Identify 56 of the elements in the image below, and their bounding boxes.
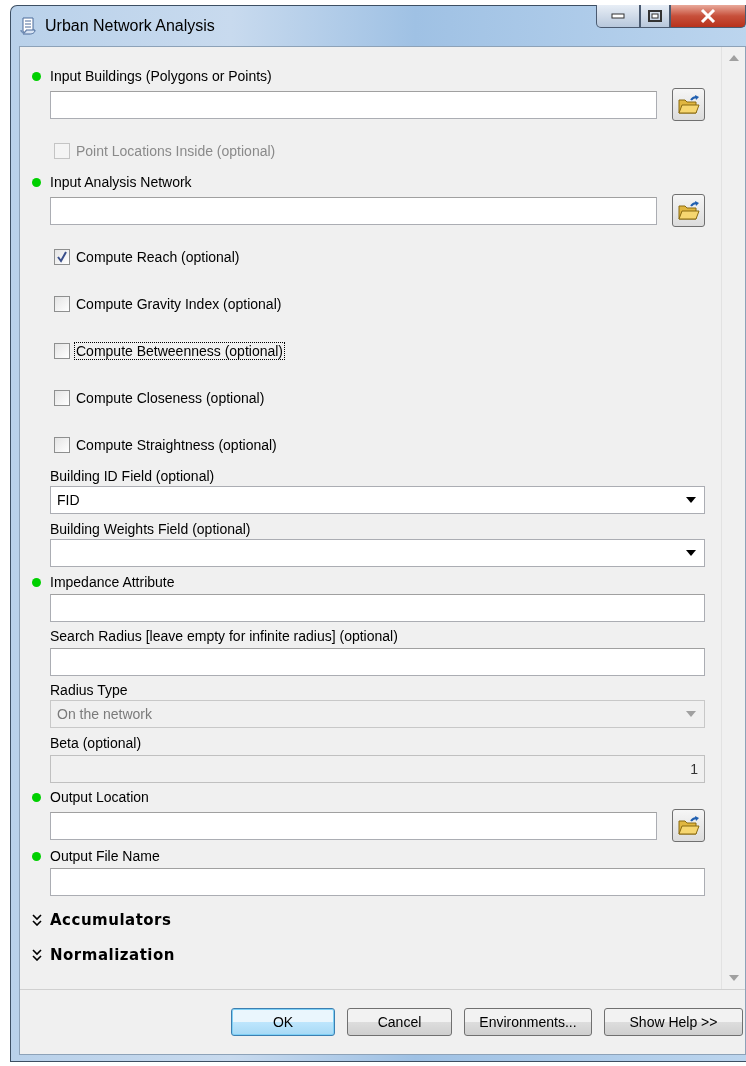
checkbox-label: Compute Gravity Index (optional) <box>75 294 283 313</box>
input-field[interactable] <box>50 811 657 840</box>
input-field[interactable] <box>50 648 705 676</box>
checkbox[interactable] <box>54 295 70 312</box>
window-title: Urban Network Analysis <box>45 17 215 35</box>
input-field[interactable] <box>50 196 657 225</box>
checkbox[interactable] <box>54 436 70 453</box>
checkbox[interactable] <box>54 248 70 265</box>
field-label: Building Weights Field (optional) <box>50 521 251 537</box>
checkbox-label: Point Locations Inside (optional) <box>75 141 277 160</box>
scroll-down-icon[interactable] <box>728 975 739 981</box>
dialog-button[interactable]: Environments... <box>464 1008 592 1036</box>
caret-icon <box>686 550 696 556</box>
field-label: Input Buildings (Polygons or Points) <box>50 68 272 84</box>
field-label: Radius Type <box>50 682 128 698</box>
dropdown[interactable] <box>50 539 705 567</box>
dialog-button[interactable]: Cancel <box>347 1008 452 1036</box>
dialog-button[interactable]: OK <box>231 1008 335 1036</box>
maximize-button[interactable] <box>640 5 670 28</box>
input-field[interactable] <box>50 90 657 119</box>
checkbox-label: Compute Closeness (optional) <box>75 388 266 407</box>
dialog-button[interactable]: Show Help >> <box>604 1008 743 1036</box>
input-field[interactable] <box>50 594 705 622</box>
scroll-icon <box>19 16 37 36</box>
maximize-icon <box>648 10 662 22</box>
caret-icon <box>686 497 696 503</box>
checkbox[interactable] <box>54 342 70 359</box>
double-chevron-icon[interactable] <box>32 948 42 961</box>
browse-button[interactable] <box>672 194 705 227</box>
field-label: Search Radius [leave empty for infinite radius] (optional) <box>50 628 398 644</box>
dropdown[interactable]: FID <box>50 486 705 514</box>
field-label: Output Location <box>50 789 149 805</box>
checkbox-label: Compute Straightness (optional) <box>75 435 278 454</box>
field-label: Beta (optional) <box>50 735 142 751</box>
input-field[interactable] <box>50 868 705 896</box>
section-heading[interactable]: Accumulators <box>50 910 172 929</box>
minimize-button[interactable] <box>596 5 640 28</box>
double-chevron-icon[interactable] <box>32 913 42 926</box>
close-icon <box>700 9 716 23</box>
folder-icon <box>677 200 700 221</box>
scroll-up-icon[interactable] <box>728 55 739 61</box>
checkbox-label: Compute Reach (optional) <box>75 247 241 266</box>
browse-button[interactable] <box>672 88 705 121</box>
field-label: Impedance Attribute <box>50 574 175 590</box>
checkbox[interactable] <box>54 389 70 406</box>
field-label: Input Analysis Network <box>50 174 192 190</box>
minimize-icon <box>611 13 625 19</box>
checkbox-label: Compute Betweenness (optional) <box>74 341 285 360</box>
folder-icon <box>677 815 700 836</box>
close-button[interactable] <box>670 5 746 28</box>
folder-icon <box>677 94 700 115</box>
browse-button[interactable] <box>672 809 705 842</box>
caret-icon <box>686 711 696 717</box>
section-heading[interactable]: Normalization <box>50 945 175 964</box>
field-label: Output File Name <box>50 848 160 864</box>
field-label: Building ID Field (optional) <box>50 468 215 484</box>
